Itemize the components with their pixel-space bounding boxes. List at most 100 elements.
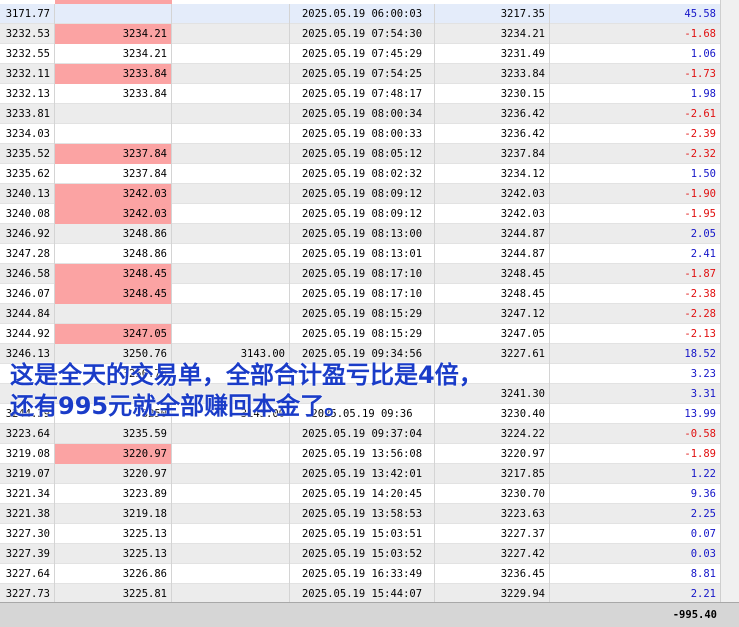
open-price-cell: 3232.53: [0, 24, 55, 44]
take-profit-cell: [172, 104, 290, 124]
close-price-cell: 3230.15: [435, 84, 550, 104]
close-time-cell: 2025.05.19 08:00:34: [290, 104, 435, 124]
close-price-cell: 3229.94: [435, 584, 550, 604]
profit-cell: 1.06: [690, 48, 716, 60]
profit-cell: 0.07: [690, 528, 716, 540]
open-price-cell: 3219.07: [0, 464, 55, 484]
table-row[interactable]: 3233.81 2025.05.19 08:00:34 3236.42 -2.61: [0, 104, 720, 124]
table-row[interactable]: 3227.64 3226.86 2025.05.19 16:33:49 3236.45…: [0, 564, 720, 584]
take-profit-cell: [172, 464, 290, 484]
take-profit-cell: [172, 204, 290, 224]
take-profit-cell: [172, 24, 290, 44]
stop-loss-cell: [55, 104, 172, 124]
open-price-cell: 3246.58: [0, 264, 55, 284]
stop-loss-cell: 3234.21: [55, 24, 172, 44]
open-price-cell: 3244.84: [0, 304, 55, 324]
close-time-cell: 2025.05.19 08:17:10: [290, 264, 435, 284]
table-row[interactable]: 3232.11 3233.84 2025.05.19 07:54:25 3233.84…: [0, 64, 720, 84]
close-price-cell: 3217.35: [435, 4, 550, 24]
close-time-cell: 2025.05.19 13:42:01: [290, 464, 435, 484]
close-price-cell: 3236.42: [435, 124, 550, 144]
take-profit-cell: [172, 124, 290, 144]
profit-cell: 1.50: [690, 168, 716, 180]
table-row[interactable]: 3244.84 2025.05.19 08:15:29 3247.12 -2.28: [0, 304, 720, 324]
stop-loss-cell: 3234.21: [55, 44, 172, 64]
vertical-scrollbar[interactable]: [720, 0, 739, 602]
profit-cell: -1.95: [684, 208, 716, 220]
table-row[interactable]: 3246.92 3248.86 2025.05.19 08:13:00 3244.87…: [0, 224, 720, 244]
table-row[interactable]: 3227.39 3225.13 2025.05.19 15:03:52 3227.42…: [0, 544, 720, 564]
close-price-cell: 3234.21: [435, 24, 550, 44]
close-price-cell: 3233.84: [435, 64, 550, 84]
table-row[interactable]: 3171.77 2025.05.19 06:00:03 3217.35 45.58: [0, 4, 720, 24]
open-price-cell: 3227.30: [0, 524, 55, 544]
table-row[interactable]: 3227.30 3225.13 2025.05.19 15:03:51 3227.37…: [0, 524, 720, 544]
table-row[interactable]: 3219.08 3220.97 2025.05.19 13:56:08 3220.97…: [0, 444, 720, 464]
close-price-cell: 3224.22: [435, 424, 550, 444]
profit-cell: 2.25: [690, 508, 716, 520]
summary-bar: -995.40: [0, 602, 739, 627]
profit-cell: 1.22: [690, 468, 716, 480]
close-price-cell: 3244.87: [435, 244, 550, 264]
take-profit-cell: [172, 224, 290, 244]
table-row[interactable]: 3232.53 3234.21 2025.05.19 07:54:30 3234.21…: [0, 24, 720, 44]
close-price-cell: 3247.12: [435, 304, 550, 324]
open-price-cell: 3227.73: [0, 584, 55, 604]
close-price-cell: 3242.03: [435, 184, 550, 204]
profit-cell: -2.13: [684, 328, 716, 340]
stop-loss-cell: [55, 124, 172, 144]
table-row[interactable]: 3240.13 3242.03 2025.05.19 08:09:12 3242.03…: [0, 184, 720, 204]
table-row[interactable]: 3223.64 3235.59 2025.05.19 09:37:04 3224.22…: [0, 424, 720, 444]
close-price-cell: 3223.63: [435, 504, 550, 524]
take-profit-cell: [172, 144, 290, 164]
open-price-cell: 3244.92: [0, 324, 55, 344]
open-price-cell: 3246.07: [0, 284, 55, 304]
table-row[interactable]: 3246.58 3248.45 2025.05.19 08:17:10 3248.45…: [0, 264, 720, 284]
open-price-cell: 3235.52: [0, 144, 55, 164]
close-time-cell: 2025.05.19 08:13:01: [290, 244, 435, 264]
stop-loss-cell: 3235.59: [55, 424, 172, 444]
close-price-cell: 3227.42: [435, 544, 550, 564]
caption-overlay: 这是全天的交易单，全部合计盈亏比是4倍， 还有995元就全部赚回本金了。: [10, 360, 730, 422]
open-price-cell: 3246.92: [0, 224, 55, 244]
stop-loss-cell: 3225.81: [55, 584, 172, 604]
table-row[interactable]: 3240.08 3242.03 2025.05.19 08:09:12 3242.03…: [0, 204, 720, 224]
close-price-cell: 3234.12: [435, 164, 550, 184]
close-price-cell: 3236.42: [435, 104, 550, 124]
profit-cell: 2.05: [690, 228, 716, 240]
table-row[interactable]: 3232.13 3233.84 2025.05.19 07:48:17 3230.15…: [0, 84, 720, 104]
open-price-cell: 3234.03: [0, 124, 55, 144]
profit-cell: 8.81: [690, 568, 716, 580]
total-profit: -995.40: [672, 609, 717, 621]
table-row[interactable]: 3221.34 3223.89 2025.05.19 14:20:45 3230.70…: [0, 484, 720, 504]
close-time-cell: 2025.05.19 08:15:29: [290, 304, 435, 324]
table-row[interactable]: 3232.55 3234.21 2025.05.19 07:45:29 3231.49…: [0, 44, 720, 64]
open-price-cell: 3171.77: [0, 4, 55, 24]
table-row[interactable]: 3244.92 3247.05 2025.05.19 08:15:29 3247.05…: [0, 324, 720, 344]
table-row[interactable]: 3246.07 3248.45 2025.05.19 08:17:10 3248.45…: [0, 284, 720, 304]
stop-loss-cell: 3223.89: [55, 484, 172, 504]
table-row[interactable]: 3219.07 3220.97 2025.05.19 13:42:01 3217.85…: [0, 464, 720, 484]
profit-cell: 45.58: [684, 8, 716, 20]
close-time-cell: 2025.05.19 15:44:07: [290, 584, 435, 604]
take-profit-cell: [172, 544, 290, 564]
table-row[interactable]: 3235.62 3237.84 2025.05.19 08:02:32 3234.12…: [0, 164, 720, 184]
stop-loss-cell: 3219.18: [55, 504, 172, 524]
profit-cell: -2.32: [684, 148, 716, 160]
table-row[interactable]: 3247.28 3248.86 2025.05.19 08:13:01 3244.87…: [0, 244, 720, 264]
take-profit-cell: [172, 304, 290, 324]
open-price-cell: 3227.39: [0, 544, 55, 564]
table-row[interactable]: 3221.38 3219.18 2025.05.19 13:58:53 3223.63…: [0, 504, 720, 524]
profit-cell: -1.73: [684, 68, 716, 80]
profit-cell: -1.68: [684, 28, 716, 40]
table-row[interactable]: 3234.03 2025.05.19 08:00:33 3236.42 -2.39: [0, 124, 720, 144]
stop-loss-cell: 3237.84: [55, 144, 172, 164]
profit-cell: 2.21: [690, 588, 716, 600]
close-time-cell: 2025.05.19 16:33:49: [290, 564, 435, 584]
take-profit-cell: [172, 4, 290, 24]
caption-line-1: 这是全天的交易单，全部合计盈亏比是4倍，: [10, 361, 483, 389]
trade-history-table: 3171.77 2025.05.19 06:00:03 3217.35 45.58 32…: [0, 4, 720, 604]
close-time-cell: 2025.05.19 08:13:00: [290, 224, 435, 244]
table-row[interactable]: 3227.73 3225.81 2025.05.19 15:44:07 3229.94…: [0, 584, 720, 604]
table-row[interactable]: 3235.52 3237.84 2025.05.19 08:05:12 3237.84…: [0, 144, 720, 164]
